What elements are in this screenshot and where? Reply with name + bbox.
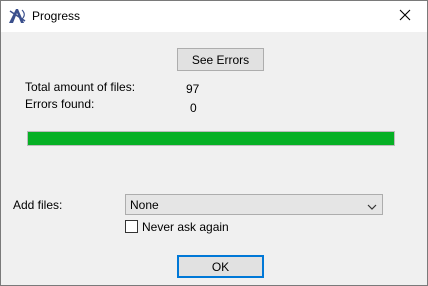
close-button[interactable] (382, 1, 427, 32)
ok-button[interactable]: OK (177, 255, 264, 278)
progress-bar-fill (28, 132, 394, 145)
total-files-label: Total amount of files: (25, 80, 136, 94)
window-title: Progress (32, 9, 81, 23)
progress-dialog: Progress See Errors Total amount of file… (0, 0, 428, 286)
see-errors-button[interactable]: See Errors (177, 48, 264, 71)
title-bar: Progress (1, 1, 427, 32)
errors-found-label: Errors found: (25, 97, 95, 111)
app-logo-icon (8, 7, 28, 25)
add-files-dropdown[interactable]: None (125, 194, 383, 215)
add-files-label: Add files: (13, 198, 63, 212)
chevron-down-icon (367, 200, 377, 210)
total-files-value: 97 (186, 82, 200, 96)
progress-bar (27, 131, 395, 146)
add-files-selected-value: None (130, 198, 159, 212)
never-ask-checkbox[interactable] (125, 220, 138, 233)
errors-found-value: 0 (190, 101, 197, 115)
dialog-content: See Errors Total amount of files: 97 Err… (1, 32, 427, 285)
close-icon (399, 9, 411, 24)
never-ask-label[interactable]: Never ask again (142, 220, 229, 234)
